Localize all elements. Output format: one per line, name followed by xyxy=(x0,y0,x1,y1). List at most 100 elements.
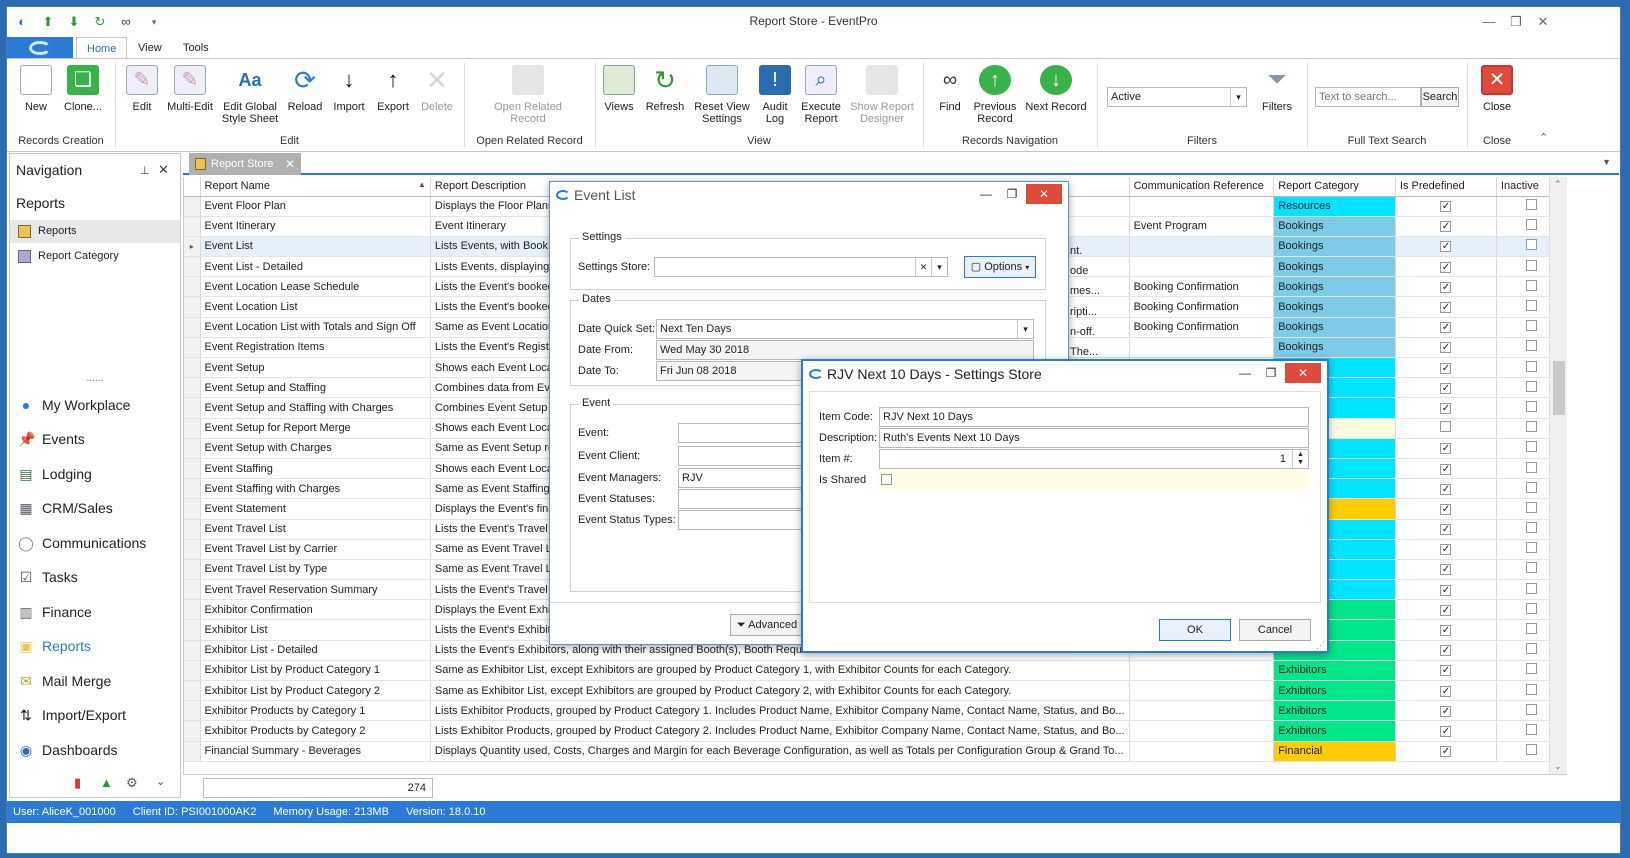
close-button[interactable]: ✕ Close xyxy=(1477,63,1517,129)
cell-is-predefined[interactable]: ✓ xyxy=(1395,680,1497,702)
checkbox[interactable] xyxy=(1525,582,1537,594)
checkbox[interactable]: ✓ xyxy=(1440,524,1452,536)
checkbox[interactable] xyxy=(1525,259,1537,271)
cell-report-category[interactable]: Bookings xyxy=(1273,276,1396,298)
cell-report-name[interactable]: Exhibitor Products by Category 2 xyxy=(200,720,431,742)
edit-button[interactable]: ✎ Edit xyxy=(125,63,159,129)
cell-report-category[interactable]: Bookings xyxy=(1273,216,1396,237)
cell-report-category[interactable]: Bookings xyxy=(1273,236,1396,258)
cell-is-predefined[interactable]: ✓ xyxy=(1395,498,1497,520)
checkbox[interactable]: ✓ xyxy=(1440,261,1452,273)
dialog-close-button[interactable]: ✕ xyxy=(1285,363,1321,383)
cell-is-predefined[interactable]: ✓ xyxy=(1395,216,1497,237)
cell-is-predefined[interactable]: ✓ xyxy=(1395,296,1497,318)
minimize-window-button[interactable]: — xyxy=(1477,11,1501,33)
spinner-icon[interactable]: ▲ ▼ xyxy=(1292,450,1308,468)
checkbox[interactable] xyxy=(1525,562,1537,574)
date-from-field[interactable]: Wed May 30 2018 xyxy=(656,340,1034,360)
checkbox[interactable]: ✓ xyxy=(1440,201,1452,213)
cell-report-name[interactable]: Event Staffing with Charges xyxy=(200,478,431,500)
checkbox[interactable] xyxy=(1525,279,1537,291)
vertical-scrollbar[interactable]: ⌃ ⌄ xyxy=(1549,177,1567,774)
checkbox[interactable] xyxy=(1525,542,1537,554)
cell-is-predefined[interactable] xyxy=(1395,418,1497,439)
cell-is-predefined[interactable]: ✓ xyxy=(1395,640,1497,661)
checkbox[interactable] xyxy=(1525,461,1537,473)
advanced-button[interactable]: ⏷ Advanced xyxy=(730,614,804,636)
cell-report-category[interactable]: Financial xyxy=(1273,741,1396,762)
nav-my-workplace[interactable]: ● My Workplace xyxy=(16,391,131,419)
checkbox[interactable] xyxy=(1525,441,1537,453)
checkbox[interactable] xyxy=(1525,744,1537,756)
cell-report-name[interactable]: Event Statement xyxy=(200,498,431,520)
cell-report-name[interactable]: Event Travel List by Carrier xyxy=(200,539,431,560)
cell-report-name[interactable]: Event Setup with Charges xyxy=(200,438,431,459)
checkbox[interactable]: ✓ xyxy=(1440,625,1452,637)
audit-log-button[interactable]: ! Audit Log xyxy=(757,63,793,129)
chevron-down-icon[interactable]: ⌄ xyxy=(156,775,165,788)
multi-edit-button[interactable]: ✎ Multi-Edit xyxy=(165,63,215,129)
cell-is-predefined[interactable]: ✓ xyxy=(1395,438,1497,459)
nav-events[interactable]: 📌 Events xyxy=(16,425,85,453)
checkbox[interactable] xyxy=(1525,481,1537,493)
checkbox[interactable] xyxy=(1525,501,1537,513)
checkbox[interactable] xyxy=(1525,340,1537,352)
checkbox[interactable]: ✓ xyxy=(1440,322,1452,334)
dialog-minimize-button[interactable]: — xyxy=(1233,363,1257,383)
cell-report-name[interactable]: Exhibitor Confirmation xyxy=(200,599,431,621)
checkbox[interactable] xyxy=(1525,239,1537,251)
cell-is-predefined[interactable]: ✓ xyxy=(1395,458,1497,480)
cell-is-predefined[interactable]: ✓ xyxy=(1395,579,1497,601)
cell-report-category[interactable]: Resources xyxy=(1273,196,1396,217)
cell-report-name[interactable]: Event Travel List by Type xyxy=(200,559,431,581)
dialog-maximize-button[interactable]: ❐ xyxy=(1259,363,1283,383)
active-filter-select[interactable]: Active ▾ xyxy=(1107,87,1247,107)
cell-report-category[interactable]: Bookings xyxy=(1273,337,1396,359)
checkbox[interactable] xyxy=(1525,703,1537,715)
import-button[interactable]: ↓ Import xyxy=(329,63,369,129)
cell-report-category[interactable]: Bookings xyxy=(1273,296,1396,318)
cell-is-predefined[interactable]: ✓ xyxy=(1395,599,1497,621)
cell-is-predefined[interactable]: ✓ xyxy=(1395,539,1497,560)
cell-report-name[interactable]: Financial Summary - Beverages xyxy=(200,741,431,762)
find-button[interactable]: ∞ Find xyxy=(933,63,967,129)
clone-button[interactable]: ❏ Clone... xyxy=(59,63,107,129)
column-header-communication-reference[interactable]: Communication Reference xyxy=(1129,177,1275,197)
chart-icon[interactable]: ▮ xyxy=(74,775,81,791)
tab-view[interactable]: View xyxy=(128,37,172,59)
nav-import-export[interactable]: ⇅ Import/Export xyxy=(16,701,126,729)
cell-report-name[interactable]: Event Itinerary xyxy=(200,216,431,237)
cell-is-predefined[interactable]: ✓ xyxy=(1395,660,1497,682)
cell-is-predefined[interactable]: ✓ xyxy=(1395,619,1497,641)
cell-report-name[interactable]: Event Location List xyxy=(200,296,431,318)
show-report-designer-button[interactable]: Show Report Designer xyxy=(849,63,915,129)
cell-report-name[interactable]: Event List xyxy=(200,236,431,258)
collapse-ribbon-icon[interactable]: ⌃ xyxy=(1539,131,1548,144)
cell-report-name[interactable]: Event List - Detailed xyxy=(200,256,431,278)
chevron-down-icon[interactable]: ▾ xyxy=(931,258,947,276)
cell-is-predefined[interactable]: ✓ xyxy=(1395,700,1497,722)
cell-report-name[interactable]: Event Travel List xyxy=(200,519,431,540)
cell-report-name[interactable]: Exhibitor Products by Category 1 xyxy=(200,700,431,722)
cell-report-name[interactable]: Exhibitor List - Detailed xyxy=(200,640,431,661)
column-header-is-predefined[interactable]: Is Predefined xyxy=(1395,177,1497,197)
cell-report-name[interactable]: Event Staffing xyxy=(200,458,431,480)
maximize-window-button[interactable]: ❐ xyxy=(1504,11,1528,33)
checkbox[interactable]: ✓ xyxy=(1440,483,1452,495)
checkbox[interactable] xyxy=(1525,522,1537,534)
checkbox[interactable]: ✓ xyxy=(1440,645,1452,657)
next-record-button[interactable]: ↓ Next Record xyxy=(1023,63,1089,129)
cell-report-description[interactable]: Displays Quantity used, Costs, Charges a… xyxy=(430,741,1130,762)
cell-is-predefined[interactable]: ✓ xyxy=(1395,377,1497,399)
nav-reports[interactable]: ▣ Reports xyxy=(16,632,91,660)
cell-is-predefined[interactable]: ✓ xyxy=(1395,357,1497,379)
previous-record-button[interactable]: ↑ Previous Record xyxy=(973,63,1017,129)
checkbox[interactable] xyxy=(1525,320,1537,332)
checkbox[interactable]: ✓ xyxy=(1440,342,1452,354)
full-text-search-input[interactable] xyxy=(1315,87,1421,107)
nav-mail-merge[interactable]: ✉ Mail Merge xyxy=(16,667,111,695)
nav-lodging[interactable]: ▤ Lodging xyxy=(16,460,91,488)
checkbox[interactable]: ✓ xyxy=(1440,402,1452,414)
cell-communication-reference[interactable]: Booking Confirmation xyxy=(1129,317,1275,338)
cell-is-predefined[interactable]: ✓ xyxy=(1395,256,1497,278)
